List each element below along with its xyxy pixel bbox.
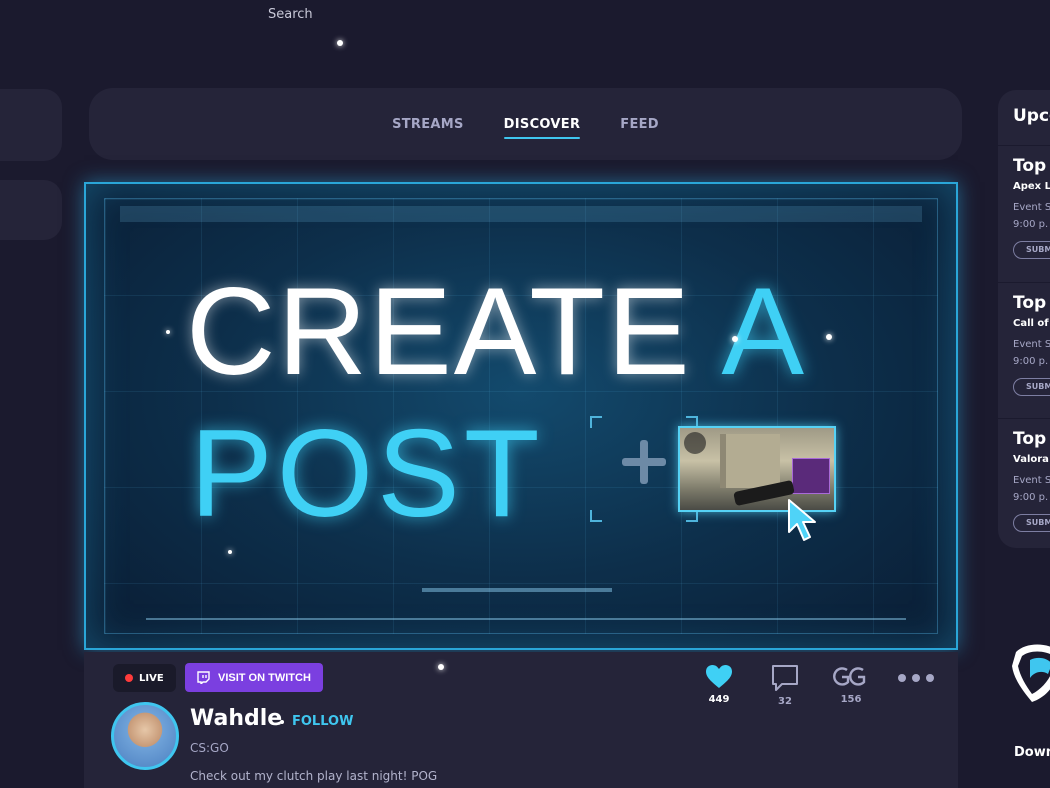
main-nav: STREAMS DISCOVER FEED <box>89 88 962 160</box>
event-time: 9:00 p. <box>1013 356 1049 367</box>
event-card[interactable]: Top 1 Apex L Event S 9:00 p. SUBM <box>998 145 1050 270</box>
download-label[interactable]: Down <box>1014 745 1050 760</box>
like-count: 449 <box>708 694 730 705</box>
upcoming-title: Upco <box>1013 106 1050 126</box>
gg-icon <box>833 667 866 686</box>
left-panel-bottom[interactable] <box>0 180 62 240</box>
twitch-label: VISIT ON TWITCH <box>218 671 311 684</box>
event-name: Top 1 <box>1013 156 1050 176</box>
decorative-dot <box>732 336 738 342</box>
event-name: Top 1 <box>1013 293 1050 313</box>
tab-discover[interactable]: DISCOVER <box>503 111 581 139</box>
hero-title-create: CREATE <box>186 263 692 401</box>
like-stat[interactable]: 449 <box>699 664 739 705</box>
event-name: Top 1 <box>1013 429 1050 449</box>
follow-label: FOLLOW <box>292 714 354 729</box>
more-dot <box>912 674 920 682</box>
decorative-dot <box>228 550 232 554</box>
comment-count: 32 <box>778 696 792 707</box>
follow-button[interactable]: FOLLOW <box>280 714 353 729</box>
event-date: Event S <box>1013 475 1050 486</box>
glitch-bar <box>146 618 906 620</box>
visit-twitch-button[interactable]: VISIT ON TWITCH <box>185 663 323 692</box>
glitch-bar <box>422 588 612 592</box>
event-game: Call of <box>1013 318 1049 329</box>
comment-icon <box>772 665 798 691</box>
event-card[interactable]: Top 1 Call of Event S 9:00 p. SUBM <box>998 282 1050 407</box>
gg-stat[interactable]: 156 <box>831 664 871 705</box>
plus-icon <box>622 440 666 484</box>
search-label[interactable]: Search <box>268 7 313 22</box>
comment-stat[interactable]: 32 <box>765 664 805 707</box>
decorative-dot <box>337 40 343 46</box>
decorative-dot <box>438 664 444 670</box>
game-tag[interactable]: CS:GO <box>190 741 229 755</box>
event-card[interactable]: Top 1 Valora Event S 9:00 p. SUBM <box>998 418 1050 543</box>
create-post-banner[interactable]: CREATE A POST <box>84 182 958 650</box>
minimap <box>684 432 706 454</box>
submit-button[interactable]: SUBM <box>1013 514 1050 532</box>
submit-button[interactable]: SUBM <box>1013 378 1050 396</box>
avatar[interactable] <box>111 702 179 770</box>
bracket-icon <box>590 416 602 428</box>
upcoming-events-panel: Upco Top 1 Apex L Event S 9:00 p. SUBM T… <box>998 90 1050 548</box>
tab-feed[interactable]: FEED <box>620 111 659 138</box>
brand-logo-icon <box>1012 644 1050 702</box>
heart-icon <box>706 665 732 688</box>
hero-title-a: A <box>721 263 807 401</box>
hero-topbar <box>120 206 922 222</box>
left-panel-top[interactable] <box>0 89 62 161</box>
thumb-wall <box>720 434 780 488</box>
username[interactable]: Wahdle <box>190 706 282 731</box>
event-game: Apex L <box>1013 181 1050 192</box>
cursor-icon <box>788 499 816 541</box>
hero-title-post: POST <box>190 405 544 543</box>
tab-streams[interactable]: STREAMS <box>392 111 464 138</box>
post-card: LIVE VISIT ON TWITCH Wahdle FOLLOW CS:GO… <box>84 652 958 788</box>
twitch-icon <box>197 671 210 684</box>
post-caption: Check out my clutch play last night! POG <box>190 769 438 783</box>
event-time: 9:00 p. <box>1013 219 1049 230</box>
event-game: Valora <box>1013 454 1049 465</box>
bracket-icon <box>590 510 602 522</box>
live-badge: LIVE <box>113 664 176 692</box>
separator-dot <box>280 719 284 724</box>
event-time: 9:00 p. <box>1013 492 1049 503</box>
more-options-icon[interactable] <box>898 674 934 682</box>
more-dot <box>898 674 906 682</box>
submit-button[interactable]: SUBM <box>1013 241 1050 259</box>
live-label: LIVE <box>139 672 164 684</box>
live-dot-icon <box>125 674 133 682</box>
more-dot <box>926 674 934 682</box>
hero-title-line1: CREATE A <box>186 270 806 394</box>
decorative-dot <box>166 330 170 334</box>
webcam-overlay <box>792 458 830 494</box>
event-date: Event S <box>1013 339 1050 350</box>
gg-count: 156 <box>840 694 862 705</box>
decorative-dot <box>826 334 832 340</box>
event-date: Event S <box>1013 202 1050 213</box>
